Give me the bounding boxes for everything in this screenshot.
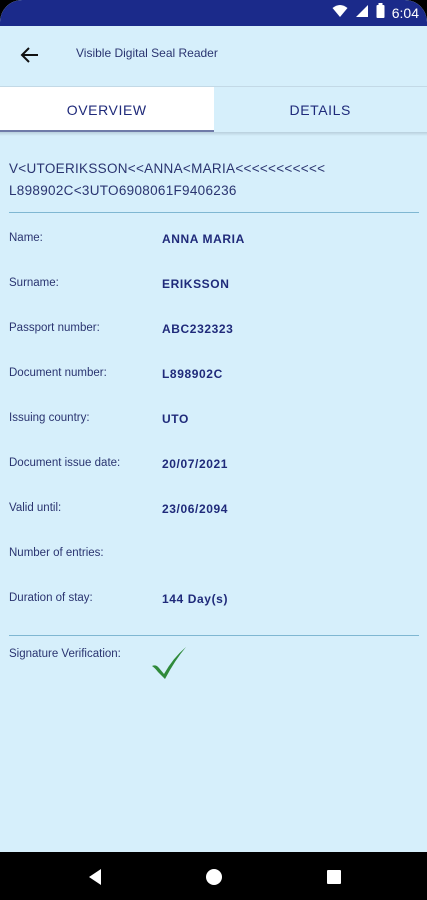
field-value: ABC232323 bbox=[162, 322, 234, 336]
field-passport-number: Passport number: ABC232323 bbox=[9, 316, 419, 361]
field-surname: Surname: ERIKSSON bbox=[9, 271, 419, 316]
navigation-bar bbox=[0, 852, 427, 900]
back-button[interactable] bbox=[14, 40, 46, 70]
field-label: Issuing country: bbox=[9, 412, 90, 424]
field-document-issue-date: Document issue date: 20/07/2021 bbox=[9, 451, 419, 496]
field-name: Name: ANNA MARIA bbox=[9, 226, 419, 271]
field-value: 20/07/2021 bbox=[162, 457, 229, 471]
field-number-of-entries: Number of entries: bbox=[9, 541, 419, 586]
app-screen: 6:04 Visible Digital Seal Reader OVERVIE… bbox=[0, 0, 427, 900]
tab-details[interactable]: DETAILS bbox=[214, 87, 427, 132]
mrz-text: V<UTOERIKSSON<<ANNA<MARIA<<<<<<<<<<< L89… bbox=[9, 158, 419, 202]
signal-icon bbox=[355, 4, 369, 23]
tab-bar: OVERVIEW DETAILS bbox=[0, 86, 427, 132]
arrow-back-icon bbox=[20, 47, 38, 63]
field-valid-until: Valid until: 23/06/2094 bbox=[9, 496, 419, 541]
fields-list: Name: ANNA MARIA Surname: ERIKSSON Passp… bbox=[9, 226, 419, 631]
circle-home-icon bbox=[206, 869, 222, 885]
status-time: 6:04 bbox=[391, 5, 419, 21]
field-value: ERIKSSON bbox=[162, 277, 230, 291]
mrz-line-1: V<UTOERIKSSON<<ANNA<MARIA<<<<<<<<<<< bbox=[9, 161, 326, 176]
field-label: Document issue date: bbox=[9, 457, 121, 469]
field-value: 23/06/2094 bbox=[162, 502, 229, 516]
divider-top bbox=[9, 212, 419, 213]
field-label: Passport number: bbox=[9, 322, 100, 334]
status-bar: 6:04 bbox=[0, 0, 427, 26]
tab-overview[interactable]: OVERVIEW bbox=[0, 87, 214, 132]
square-recents-icon bbox=[327, 870, 341, 884]
checkmark-icon bbox=[151, 646, 187, 685]
tab-shadow bbox=[0, 132, 427, 136]
field-value: L898902C bbox=[162, 367, 223, 381]
field-document-number: Document number: L898902C bbox=[9, 361, 419, 406]
field-value: ANNA MARIA bbox=[162, 232, 245, 246]
field-duration-of-stay: Duration of stay: 144 Day(s) bbox=[9, 586, 419, 631]
nav-recents-button[interactable] bbox=[323, 866, 345, 888]
mrz-line-2: L898902C<3UTO6908061F9406236 bbox=[9, 183, 237, 198]
field-label: Name: bbox=[9, 232, 43, 244]
app-title: Visible Digital Seal Reader bbox=[76, 46, 218, 60]
nav-back-button[interactable] bbox=[84, 866, 106, 888]
field-value: UTO bbox=[162, 412, 189, 426]
field-label: Duration of stay: bbox=[9, 592, 93, 604]
status-icons: 6:04 bbox=[332, 3, 419, 23]
field-issuing-country: Issuing country: UTO bbox=[9, 406, 419, 451]
divider-bottom bbox=[9, 635, 419, 636]
triangle-back-icon bbox=[89, 869, 101, 885]
field-label: Valid until: bbox=[9, 502, 62, 514]
app-bar: Visible Digital Seal Reader bbox=[0, 26, 427, 84]
nav-home-button[interactable] bbox=[203, 866, 225, 888]
signature-label: Signature Verification: bbox=[9, 648, 121, 660]
field-label: Number of entries: bbox=[9, 547, 104, 559]
field-label: Document number: bbox=[9, 367, 107, 379]
wifi-icon bbox=[332, 4, 348, 23]
battery-icon bbox=[376, 3, 385, 23]
field-value: 144 Day(s) bbox=[162, 592, 229, 606]
field-label: Surname: bbox=[9, 277, 59, 289]
